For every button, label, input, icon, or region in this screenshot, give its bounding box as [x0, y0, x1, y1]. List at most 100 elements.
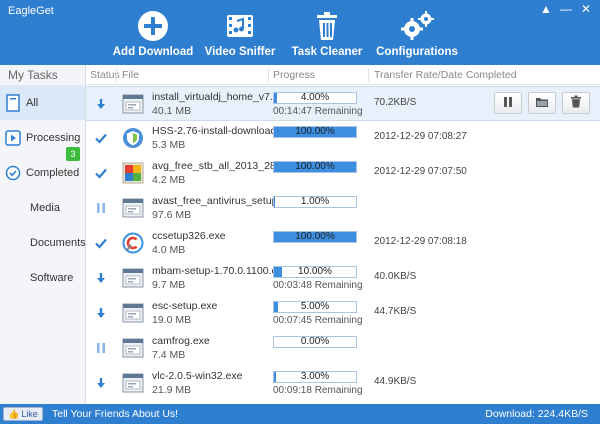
download-row[interactable]: install_virtualdj_home_v7.3.e 40.1 MB 4.00… — [86, 86, 600, 121]
like-button[interactable]: 👍 Like — [3, 407, 43, 421]
installer-icon — [122, 197, 144, 219]
trash-icon — [570, 95, 582, 111]
pause-icon — [502, 96, 514, 111]
time-remaining: 00:07:45 Remaining — [273, 315, 363, 326]
file-size: 4.0 MB — [152, 244, 186, 256]
pause-icon — [94, 201, 108, 215]
column-header-progress[interactable]: Progress — [273, 69, 315, 81]
column-header-file[interactable]: File — [122, 69, 139, 81]
installer-icon — [122, 302, 144, 324]
progress-bar: 100.00% — [273, 231, 357, 243]
download-row[interactable]: HSS-2.76-install-download-8 5.3 MB 100.00%… — [86, 121, 600, 156]
close-icon[interactable]: ✕ — [578, 2, 594, 16]
progress-percent: 1.00% — [300, 196, 330, 207]
film-music-icon — [195, 8, 285, 44]
progress-bar: 100.00% — [273, 126, 357, 138]
file-name: avast_free_antivirus_setup.ex — [152, 195, 276, 207]
file-size: 7.4 MB — [152, 349, 186, 361]
footer-bar: 👍 Like Tell Your Friends About Us! Downl… — [0, 404, 600, 424]
date-completed: 2012-12-29 07:08:27 — [374, 131, 467, 142]
file-name: install_virtualdj_home_v7.3.e — [152, 91, 276, 103]
progress-percent: 3.00% — [300, 371, 330, 382]
installer-icon — [122, 93, 144, 115]
pause-button[interactable] — [494, 92, 522, 114]
installer-icon — [122, 337, 144, 359]
add-download-label: Add Download — [112, 46, 194, 58]
check-circle-icon — [0, 165, 26, 181]
installer-icon — [122, 372, 144, 394]
column-divider — [268, 68, 269, 82]
window-controls: ▲ — ✕ — [538, 2, 594, 16]
sidebar-item-all[interactable]: All — [0, 85, 85, 120]
progress-percent: 5.00% — [300, 301, 330, 312]
check-icon — [94, 166, 108, 180]
progress-bar: 0.00% — [273, 336, 357, 348]
task-cleaner-button[interactable]: Task Cleaner — [282, 8, 372, 58]
sidebar-item-software[interactable]: Software — [0, 260, 85, 295]
document-icon — [0, 93, 26, 112]
file-size: 4.2 MB — [152, 174, 186, 186]
restore-icon[interactable]: ▲ — [538, 2, 554, 16]
transfer-rate: 40.0KB/S — [374, 271, 417, 282]
sidebar-item-completed[interactable]: Completed 3 — [0, 147, 85, 190]
task-cleaner-label: Task Cleaner — [291, 46, 363, 58]
gears-icon — [372, 8, 462, 44]
open-folder-button[interactable] — [528, 92, 556, 114]
row-actions — [494, 92, 590, 114]
progress-percent: 100.00% — [295, 231, 335, 242]
download-row[interactable]: esc-setup.exe 19.0 MB 5.00% 00:07:45 Remain… — [86, 296, 600, 331]
sidebar-item-label: Media — [30, 201, 60, 214]
date-completed: 2012-12-29 07:08:18 — [374, 236, 467, 247]
tell-friends-link[interactable]: Tell Your Friends About Us! — [52, 408, 178, 420]
download-arrow-icon — [94, 271, 108, 285]
sidebar-item-documents[interactable]: Documents — [0, 225, 86, 260]
file-size: 21.9 MB — [152, 384, 192, 396]
video-sniffer-button[interactable]: Video Sniffer — [195, 8, 285, 58]
transfer-rate: 44.7KB/S — [374, 306, 417, 317]
file-name: vlc-2.0.5-win32.exe — [152, 370, 243, 382]
folder-icon — [535, 96, 549, 111]
sidebar-item-label: Completed — [26, 166, 80, 179]
download-row[interactable]: avast_free_antivirus_setup.ex 97.6 MB 1.00… — [86, 191, 600, 226]
file-size: 40.1 MB — [152, 105, 192, 117]
download-arrow-icon — [94, 306, 108, 320]
column-header-row: Status File Progress Transfer Rate/Date … — [86, 65, 600, 85]
minimize-icon[interactable]: — — [558, 2, 574, 16]
progress-percent: 0.00% — [300, 336, 330, 347]
sidebar-item-label: All — [26, 96, 39, 109]
date-completed: 2012-12-29 07:07:50 — [374, 166, 467, 177]
progress-bar: 10.00% — [273, 266, 357, 278]
play-icon — [0, 129, 26, 146]
file-size: 19.0 MB — [152, 314, 192, 326]
download-row[interactable]: avg_free_stb_all_2013_2805_c 4.2 MB 100.00… — [86, 156, 600, 191]
sidebar-item-media[interactable]: Media — [0, 190, 85, 225]
file-name: esc-setup.exe — [152, 300, 218, 312]
file-size: 5.3 MB — [152, 139, 186, 151]
sidebar: My Tasks All Processing Completed 3 Medi… — [0, 65, 86, 404]
video-sniffer-label: Video Sniffer — [204, 46, 276, 58]
app-title: EagleGet — [8, 5, 54, 17]
configurations-button[interactable]: Configurations — [372, 8, 462, 58]
progress-bar: 5.00% — [273, 301, 357, 313]
progress-bar: 1.00% — [273, 196, 357, 208]
file-size: 9.7 MB — [152, 279, 186, 291]
thumbs-up-icon: 👍 — [8, 409, 20, 419]
trash-icon — [282, 8, 372, 44]
file-name: ccsetup326.exe — [152, 230, 226, 242]
plus-circle-icon — [108, 8, 198, 44]
download-row[interactable]: camfrog.exe 7.4 MB 0.00% — [86, 331, 600, 366]
time-remaining: 00:03:48 Remaining — [273, 280, 363, 291]
download-row[interactable]: vlc-2.0.5-win32.exe 21.9 MB 3.00% 00:09:18 … — [86, 366, 600, 401]
file-size: 97.6 MB — [152, 209, 192, 221]
column-header-transfer[interactable]: Transfer Rate/Date Completed — [374, 69, 517, 81]
download-row[interactable]: mbam-setup-1.70.0.1100.exe 9.7 MB 10.00% 00… — [86, 261, 600, 296]
download-row[interactable]: ccsetup326.exe 4.0 MB 100.00% 2012-12-29 07… — [86, 226, 600, 261]
total-download-rate: Download: 224.4KB/S — [485, 408, 588, 420]
file-name: HSS-2.76-install-download-8 — [152, 125, 276, 137]
add-download-button[interactable]: Add Download — [108, 8, 198, 58]
header-bar: EagleGet ▲ — ✕ Add Download Video Sniffe… — [0, 0, 600, 65]
progress-bar: 4.00% — [273, 92, 357, 104]
delete-button[interactable] — [562, 92, 590, 114]
progress-bar: 100.00% — [273, 161, 357, 173]
progress-percent: 10.00% — [298, 266, 332, 277]
